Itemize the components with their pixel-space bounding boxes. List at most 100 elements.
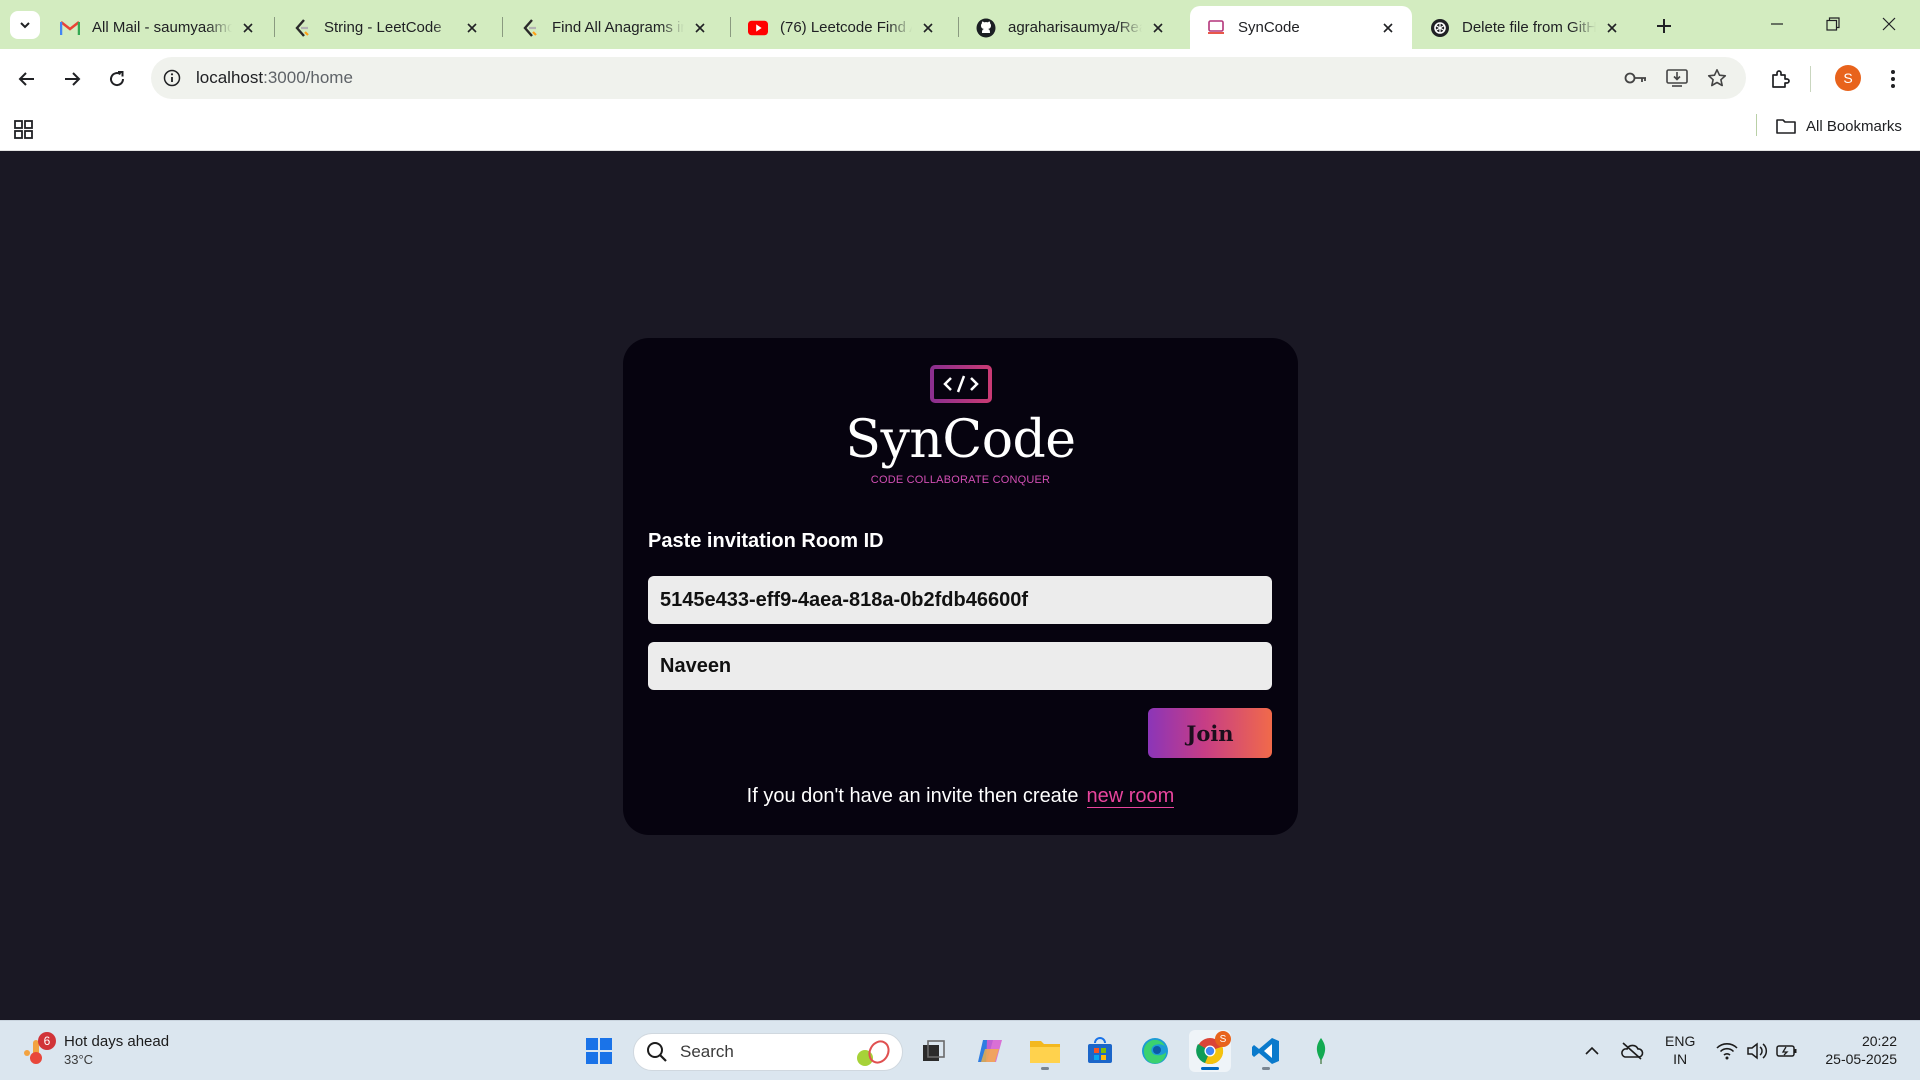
- folder-icon: [1776, 119, 1796, 134]
- weather-widget[interactable]: 6 Hot days ahead 33°C: [22, 1031, 169, 1071]
- chevron-up-icon: [1585, 1046, 1599, 1055]
- onedrive-offline-icon[interactable]: [1620, 1039, 1644, 1063]
- close-icon[interactable]: [918, 18, 938, 38]
- close-icon[interactable]: [462, 18, 482, 38]
- minimize-button[interactable]: [1754, 8, 1800, 40]
- tab-title: All Mail - saumyaamo: [92, 19, 232, 36]
- username-input[interactable]: [648, 642, 1272, 690]
- close-icon[interactable]: [238, 18, 258, 38]
- minimize-icon: [1771, 23, 1783, 25]
- address-bar[interactable]: localhost:3000/home: [151, 57, 1746, 99]
- install-app-icon[interactable]: [1665, 66, 1689, 90]
- restore-button[interactable]: [1810, 8, 1856, 40]
- tab-youtube[interactable]: (76) Leetcode Find Al: [732, 6, 952, 49]
- browser-menu-button[interactable]: [1876, 62, 1910, 96]
- tab-title: Delete file from GitH: [1462, 19, 1596, 36]
- tab-chatgpt[interactable]: Delete file from GitH: [1414, 6, 1636, 49]
- copilot-button[interactable]: [969, 1030, 1011, 1072]
- url-path: :3000/home: [263, 68, 353, 87]
- back-button[interactable]: [10, 62, 44, 96]
- volume-icon[interactable]: [1745, 1039, 1769, 1063]
- close-icon[interactable]: [690, 18, 710, 38]
- tab-title: (76) Leetcode Find Al: [780, 19, 912, 36]
- windows-logo-icon: [586, 1038, 612, 1064]
- site-info-icon[interactable]: [161, 67, 183, 89]
- task-view-button[interactable]: [913, 1030, 955, 1072]
- new-tab-button[interactable]: [1650, 12, 1678, 40]
- tab-syncode[interactable]: SynCode: [1190, 6, 1412, 49]
- clock-time: 20:22: [1861, 1033, 1897, 1049]
- vscode-button[interactable]: [1245, 1030, 1287, 1072]
- join-button[interactable]: Join: [1148, 708, 1272, 758]
- logo: SynCode CODE COLLABORATE CONQUER: [623, 364, 1298, 486]
- chrome-profile-badge: S: [1215, 1031, 1231, 1047]
- browser-toolbar: localhost:3000/home S: [0, 49, 1920, 108]
- mongodb-button[interactable]: [1300, 1030, 1342, 1072]
- chatgpt-icon: [1430, 18, 1450, 38]
- vscode-icon: [1252, 1038, 1279, 1064]
- apps-grid-icon[interactable]: [13, 118, 35, 140]
- wifi-icon[interactable]: [1715, 1039, 1739, 1063]
- start-button[interactable]: [578, 1030, 620, 1072]
- windows-taskbar: 6 Hot days ahead 33°C Search S ENG IN 20…: [0, 1020, 1920, 1080]
- tab-title: SynCode: [1238, 19, 1300, 36]
- forward-button[interactable]: [55, 62, 89, 96]
- weather-badge: 6: [38, 1032, 56, 1050]
- new-room-link[interactable]: new room: [1086, 785, 1175, 808]
- invite-text: If you don't have an invite then create: [746, 785, 1079, 807]
- tab-title: Find All Anagrams in: [552, 19, 684, 36]
- close-window-button[interactable]: [1866, 8, 1912, 40]
- brand-name: SynCode: [845, 410, 1076, 470]
- password-key-icon[interactable]: [1624, 66, 1648, 90]
- syncode-icon: [1206, 18, 1226, 38]
- all-bookmarks-button[interactable]: All Bookmarks: [1776, 114, 1902, 138]
- extensions-button[interactable]: [1764, 62, 1798, 96]
- thermometer-icon: 6: [22, 1032, 56, 1066]
- tab-leetcode-string[interactable]: String - LeetCode: [276, 6, 496, 49]
- language-code: ENG: [1665, 1033, 1696, 1049]
- laptop-code-icon: [925, 365, 996, 410]
- edge-icon: [1142, 1038, 1168, 1064]
- leetcode-icon: [520, 18, 540, 38]
- url-text: localhost:3000/home: [196, 68, 353, 88]
- reload-button[interactable]: [100, 62, 134, 96]
- tab-search-button[interactable]: [10, 11, 40, 39]
- close-icon[interactable]: [1148, 18, 1168, 38]
- search-icon: [647, 1042, 667, 1062]
- tab-github[interactable]: agraharisaumya/Real: [960, 6, 1182, 49]
- ms-store-button[interactable]: [1079, 1030, 1121, 1072]
- tab-gmail[interactable]: All Mail - saumyaamo: [44, 6, 272, 49]
- clock-date: 25-05-2025: [1825, 1051, 1897, 1067]
- profile-avatar[interactable]: S: [1835, 65, 1861, 91]
- close-icon[interactable]: [1378, 18, 1398, 38]
- battery-icon[interactable]: [1775, 1039, 1799, 1063]
- kebab-menu-icon: [1891, 70, 1895, 88]
- tennis-icon: [857, 1040, 890, 1066]
- page-content: SynCode CODE COLLABORATE CONQUER Paste i…: [0, 151, 1920, 1020]
- leetcode-icon: [292, 18, 312, 38]
- language-indicator[interactable]: ENG IN: [1665, 1032, 1695, 1068]
- show-hidden-icons-button[interactable]: [1580, 1039, 1604, 1063]
- brand-tagline: CODE COLLABORATE CONQUER: [870, 474, 1051, 486]
- reload-icon: [110, 71, 125, 87]
- taskbar-search[interactable]: Search: [633, 1033, 903, 1071]
- file-explorer-button[interactable]: [1024, 1030, 1066, 1072]
- chrome-button[interactable]: S: [1189, 1030, 1231, 1072]
- room-id-input[interactable]: [648, 576, 1272, 624]
- bookmark-star-icon[interactable]: [1705, 66, 1729, 90]
- copilot-icon: [978, 1040, 1002, 1062]
- bookmarks-bar: All Bookmarks: [0, 108, 1920, 151]
- search-placeholder: Search: [680, 1042, 734, 1061]
- system-clock[interactable]: 20:22 25-05-2025: [1815, 1032, 1897, 1068]
- mongodb-leaf-icon: [1316, 1038, 1326, 1064]
- join-room-card: SynCode CODE COLLABORATE CONQUER Paste i…: [623, 338, 1298, 835]
- gmail-icon: [60, 18, 80, 38]
- url-host: localhost: [196, 68, 264, 87]
- plus-icon: [1657, 19, 1671, 33]
- tab-leetcode-anagrams[interactable]: Find All Anagrams in: [504, 6, 724, 49]
- browser-tab-strip: All Mail - saumyaamo String - LeetCode F…: [0, 0, 1920, 49]
- close-icon[interactable]: [1602, 18, 1622, 38]
- folder-icon: [1030, 1041, 1060, 1063]
- close-icon: [1882, 17, 1896, 31]
- edge-button[interactable]: [1134, 1030, 1176, 1072]
